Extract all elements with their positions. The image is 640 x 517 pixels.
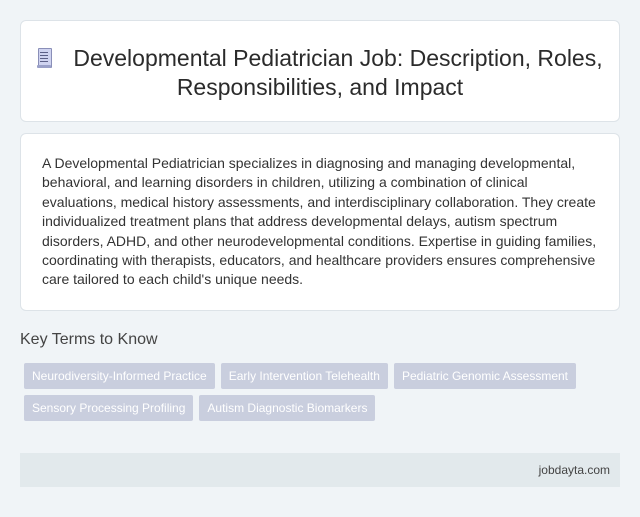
document-icon	[37, 48, 53, 68]
key-term-tag[interactable]: Autism Diagnostic Biomarkers	[199, 395, 376, 421]
key-term-tag[interactable]: Pediatric Genomic Assessment	[393, 363, 577, 389]
key-term-tag[interactable]: Neurodiversity-Informed Practice	[24, 363, 215, 389]
page-title-wrap: Developmental Pediatrician Job: Descript…	[21, 44, 619, 102]
key-term-tag[interactable]: Sensory Processing Profiling	[24, 395, 194, 421]
key-terms-list: Neurodiversity-Informed Practice Early I…	[24, 363, 604, 427]
key-terms-heading: Key Terms to Know	[20, 331, 158, 348]
footer: jobdayta.com	[20, 453, 620, 487]
key-term-tag[interactable]: Early Intervention Telehealth	[220, 363, 388, 389]
description-text: A Developmental Pediatrician specializes…	[42, 155, 597, 288]
footer-site-link[interactable]: jobdayta.com	[539, 463, 610, 477]
description-card: A Developmental Pediatrician specializes…	[20, 133, 620, 311]
title-card: Developmental Pediatrician Job: Descript…	[20, 20, 620, 122]
page-title: Developmental Pediatrician Job: Descript…	[73, 45, 603, 100]
